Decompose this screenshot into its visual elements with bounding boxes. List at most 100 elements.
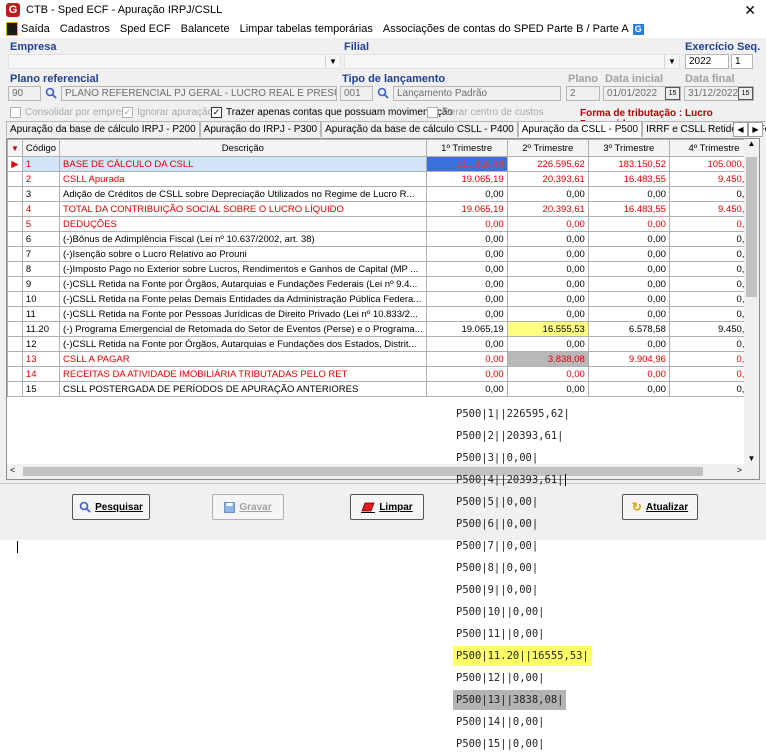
- cell-q3[interactable]: 0,00: [587, 246, 670, 262]
- cell-q2[interactable]: 20.393,61: [506, 201, 589, 217]
- cell-q2[interactable]: 0,00: [506, 336, 589, 352]
- table-row[interactable]: 12 (-)CSLL Retida na Fonte por Órgãos, Au…: [7, 336, 759, 352]
- cell-descricao[interactable]: DEDUÇÕES: [59, 216, 427, 232]
- row-indicator-icon[interactable]: [7, 246, 23, 262]
- cell-q1[interactable]: 19.065,19: [425, 171, 508, 187]
- row-indicator-icon[interactable]: [7, 201, 23, 217]
- table-row[interactable]: 9 (-)CSLL Retida na Fonte por Órgãos, Aut…: [7, 276, 759, 292]
- table-row[interactable]: 5DEDUÇÕES0,000,000,000,00: [7, 216, 759, 232]
- pesquisar-button[interactable]: Pesquisar: [72, 494, 150, 520]
- cell-codigo[interactable]: 11.20: [21, 321, 61, 337]
- atualizar-button[interactable]: ↻ Atualizar: [622, 494, 698, 520]
- cell-q2[interactable]: 0,00: [506, 306, 589, 322]
- row-indicator-icon[interactable]: [7, 261, 23, 277]
- row-indicator-icon[interactable]: [7, 351, 23, 367]
- gerar-centro-checkbox[interactable]: Gerar centro de custos: [427, 107, 544, 118]
- menu-cadastros[interactable]: Cadastros: [60, 23, 110, 35]
- table-row[interactable]: 13CSLL A PAGAR0,003.838,089.904,960,00: [7, 351, 759, 367]
- cell-q3[interactable]: 9.904,96: [587, 351, 670, 367]
- cell-descricao[interactable]: (-)CSLL Retida na Fonte por Órgãos, Auta…: [59, 336, 427, 352]
- cell-codigo[interactable]: 9: [21, 276, 61, 292]
- row-indicator-icon[interactable]: [7, 276, 23, 292]
- cell-descricao[interactable]: RECEITAS DA ATIVIDADE IMOBILIÁRIA TRIBUT…: [59, 366, 427, 382]
- row-indicator-icon[interactable]: [7, 291, 23, 307]
- menu-balancete[interactable]: Balancete: [181, 23, 230, 35]
- table-row[interactable]: 6 (-)Bônus de Adimplência Fiscal (Lei nº …: [7, 231, 759, 247]
- cell-q1[interactable]: 19.065,19: [425, 321, 508, 337]
- cell-q2[interactable]: 0,00: [506, 366, 589, 382]
- table-row[interactable]: 2 CSLL Apurada 19.065,19 20.393,61 16.483,55…: [7, 171, 759, 187]
- table-row[interactable]: 4 TOTAL DA CONTRIBUIÇÃO SOCIAL SOBRE O LU…: [7, 201, 759, 217]
- cell-q3[interactable]: 0,00: [587, 216, 670, 232]
- cell-q3[interactable]: 0,00: [587, 366, 670, 382]
- cell-codigo[interactable]: 14: [21, 366, 61, 382]
- cell-q2[interactable]: 16.555,53: [506, 321, 589, 337]
- cell-q2[interactable]: 20.393,61: [506, 171, 589, 187]
- cell-descricao[interactable]: BASE DE CÁLCULO DA CSLL: [59, 156, 427, 172]
- consolidar-checkbox[interactable]: Consolidar por empresa: [10, 107, 132, 118]
- filial-select[interactable]: ▼: [344, 54, 680, 69]
- seq-field[interactable]: 1: [731, 54, 753, 69]
- menu-sped-ecf[interactable]: Sped ECF: [120, 23, 171, 35]
- cell-q3[interactable]: 16.483,55: [587, 171, 670, 187]
- table-row[interactable]: 8 (-)Imposto Pago no Exterior sobre Lucro…: [7, 261, 759, 277]
- cell-descricao[interactable]: CSLL POSTERGADA DE PERÍODOS DE APURAÇÃO …: [59, 381, 427, 397]
- table-row[interactable]: 3 Adição de Créditos de CSLL sobre Deprec…: [7, 186, 759, 202]
- search-icon[interactable]: [45, 87, 57, 99]
- row-indicator-icon[interactable]: ▶: [7, 156, 23, 172]
- cell-codigo[interactable]: 1: [21, 156, 61, 172]
- col-header-codigo[interactable]: Código: [21, 139, 61, 157]
- cell-q1[interactable]: 0,00: [425, 246, 508, 262]
- cell-q1[interactable]: 0,00: [425, 216, 508, 232]
- table-row[interactable]: 10 (-)CSLL Retida na Fonte pelas Demais E…: [7, 291, 759, 307]
- cell-codigo[interactable]: 15: [21, 381, 61, 397]
- scroll-left-icon[interactable]: <: [10, 465, 15, 475]
- cell-q1[interactable]: 0,00: [425, 291, 508, 307]
- scroll-up-icon[interactable]: ▲: [744, 139, 759, 148]
- row-indicator-icon[interactable]: [7, 171, 23, 187]
- table-row[interactable]: 11 (-)CSLL Retida na Fonte por Pessoas Ju…: [7, 306, 759, 322]
- plano-code-field[interactable]: 90: [8, 86, 41, 101]
- cell-q1[interactable]: 0,00: [425, 276, 508, 292]
- cell-codigo[interactable]: 11: [21, 306, 61, 322]
- row-indicator-icon[interactable]: [7, 231, 23, 247]
- calendar-icon[interactable]: 15: [738, 87, 753, 100]
- cell-q1[interactable]: 0,00: [425, 336, 508, 352]
- search-icon[interactable]: [377, 87, 389, 99]
- vertical-scrollbar[interactable]: ▲ ▼: [744, 139, 759, 479]
- arrow-left-icon[interactable]: ◀: [733, 122, 748, 137]
- row-indicator-icon[interactable]: [7, 306, 23, 322]
- scroll-thumb[interactable]: [746, 157, 757, 297]
- gravar-button[interactable]: Gravar: [212, 494, 284, 520]
- sort-arrow-icon[interactable]: ▼: [7, 139, 23, 157]
- tab-p400[interactable]: Apuração da base de cálculo CSLL - P400: [321, 121, 518, 137]
- row-indicator-icon[interactable]: [7, 321, 23, 337]
- row-indicator-icon[interactable]: [7, 336, 23, 352]
- cell-q3[interactable]: 16.483,55: [587, 201, 670, 217]
- cell-q3[interactable]: 0,00: [587, 306, 670, 322]
- close-icon[interactable]: ✕: [744, 2, 756, 19]
- help-icon[interactable]: G: [632, 23, 644, 35]
- cell-descricao[interactable]: (-)Bônus de Adimplência Fiscal (Lei nº 1…: [59, 231, 427, 247]
- table-row[interactable]: 11.20 (-) Programa Emergencial de Retomad…: [7, 321, 759, 337]
- calendar-icon[interactable]: 15: [665, 87, 680, 100]
- arrow-right-icon[interactable]: ▶: [748, 122, 763, 137]
- cell-q2[interactable]: 0,00: [506, 216, 589, 232]
- table-row[interactable]: ▶ 1 BASE DE CÁLCULO DA CSLL 211.835,48 226.5…: [7, 156, 759, 172]
- cell-q1[interactable]: 211.835,48: [425, 156, 508, 172]
- cell-descricao[interactable]: CSLL Apurada: [59, 171, 427, 187]
- row-indicator-icon[interactable]: [7, 216, 23, 232]
- cell-descricao[interactable]: (-)CSLL Retida na Fonte por Pessoas Jurí…: [59, 306, 427, 322]
- cell-codigo[interactable]: 7: [21, 246, 61, 262]
- cell-q3[interactable]: 0,00: [587, 381, 670, 397]
- cell-q1[interactable]: 19.065,19: [425, 201, 508, 217]
- menu-saida[interactable]: Saída: [21, 23, 50, 35]
- ignorar-checkbox[interactable]: ✓ Ignorar apuração: [122, 107, 213, 118]
- table-row[interactable]: 7 (-)Isenção sobre o Lucro Relativo ao Pr…: [7, 246, 759, 262]
- col-header-q1[interactable]: 1º Trimestre: [425, 139, 508, 157]
- cell-q1[interactable]: 0,00: [425, 306, 508, 322]
- cell-codigo[interactable]: 6: [21, 231, 61, 247]
- cell-q2[interactable]: 0,00: [506, 186, 589, 202]
- cell-codigo[interactable]: 4: [21, 201, 61, 217]
- exercicio-field[interactable]: 2022: [685, 54, 729, 69]
